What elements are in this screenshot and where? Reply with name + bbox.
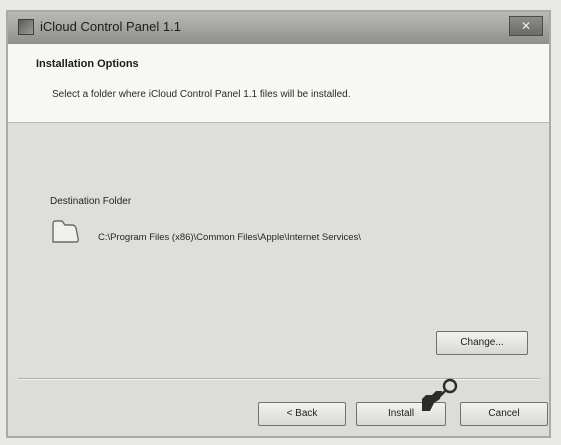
header-title: Installation Options [36, 58, 139, 70]
window-title: iCloud Control Panel 1.1 [40, 19, 181, 34]
folder-icon [52, 220, 79, 243]
destination-path: C:\Program Files (x86)\Common Files\Appl… [98, 232, 361, 243]
change-button[interactable]: Change... [436, 331, 528, 355]
cursor-pointer-icon [422, 378, 458, 411]
close-button[interactable]: ✕ [509, 16, 543, 36]
title-bar[interactable]: iCloud Control Panel 1.1 ✕ [8, 12, 549, 45]
back-button[interactable]: < Back [258, 402, 346, 426]
cancel-button[interactable]: Cancel [460, 402, 548, 426]
installer-dialog: iCloud Control Panel 1.1 ✕ Installation … [6, 10, 551, 438]
destination-folder-label: Destination Folder [50, 196, 132, 207]
header-panel: Installation Options Select a folder whe… [8, 44, 549, 123]
app-icon [18, 19, 34, 35]
header-description: Select a folder where iCloud Control Pan… [52, 89, 351, 100]
